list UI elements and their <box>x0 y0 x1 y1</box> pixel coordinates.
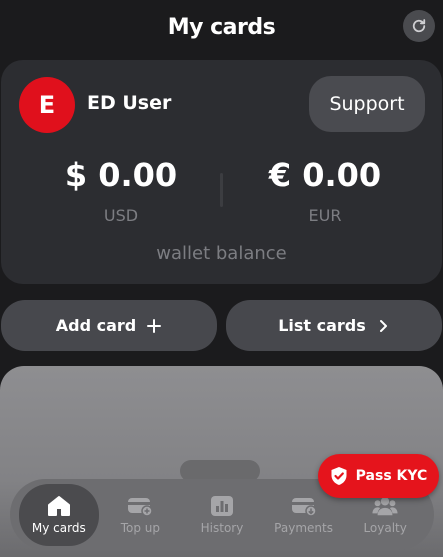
nav-item-my-cards[interactable]: My cards <box>18 483 99 546</box>
refresh-icon <box>412 19 426 33</box>
nav-label-loyalty: Loyalty <box>363 520 407 535</box>
nav-label-payments: Payments <box>274 520 333 535</box>
pass-kyc-label: Pass KYC <box>355 468 428 484</box>
balance-card: E ED User Support $ 0.00 USD € 0.00 EUR … <box>1 60 442 284</box>
list-cards-button[interactable]: List cards <box>226 300 442 351</box>
user-name: ED User <box>87 92 172 114</box>
eur-balance-amount: € 0.00 <box>268 156 382 194</box>
nav-label-top-up: Top up <box>120 520 161 535</box>
add-card-button[interactable]: Add card <box>1 300 217 351</box>
nav-item-history[interactable]: History <box>182 484 262 546</box>
top-bar: My cards <box>0 0 443 54</box>
home-icon <box>46 495 72 517</box>
pass-kyc-button[interactable]: Pass KYC <box>318 454 439 498</box>
nav-item-top-up[interactable]: Top up <box>100 484 180 546</box>
page-title: My cards <box>167 14 276 40</box>
usd-currency-label: USD <box>103 206 139 225</box>
nav-label-my-cards: My cards <box>31 520 86 535</box>
wallet-balance-caption: wallet balance <box>156 243 287 264</box>
refresh-button[interactable] <box>403 10 435 42</box>
plus-icon <box>147 318 162 333</box>
balance-divider <box>220 173 223 207</box>
top-up-icon <box>127 495 154 517</box>
payments-icon <box>291 495 317 517</box>
nav-label-history: History <box>200 520 244 535</box>
avatar: E <box>19 77 75 133</box>
chevron-right-icon <box>379 319 387 332</box>
add-card-label: Add card <box>55 316 137 335</box>
history-icon <box>209 495 235 517</box>
eur-currency-label: EUR <box>308 206 342 225</box>
list-cards-label: List cards <box>278 316 366 335</box>
shield-check-icon <box>331 467 347 485</box>
support-button[interactable]: Support <box>309 76 425 132</box>
usd-balance-amount: $ 0.00 <box>64 156 178 194</box>
